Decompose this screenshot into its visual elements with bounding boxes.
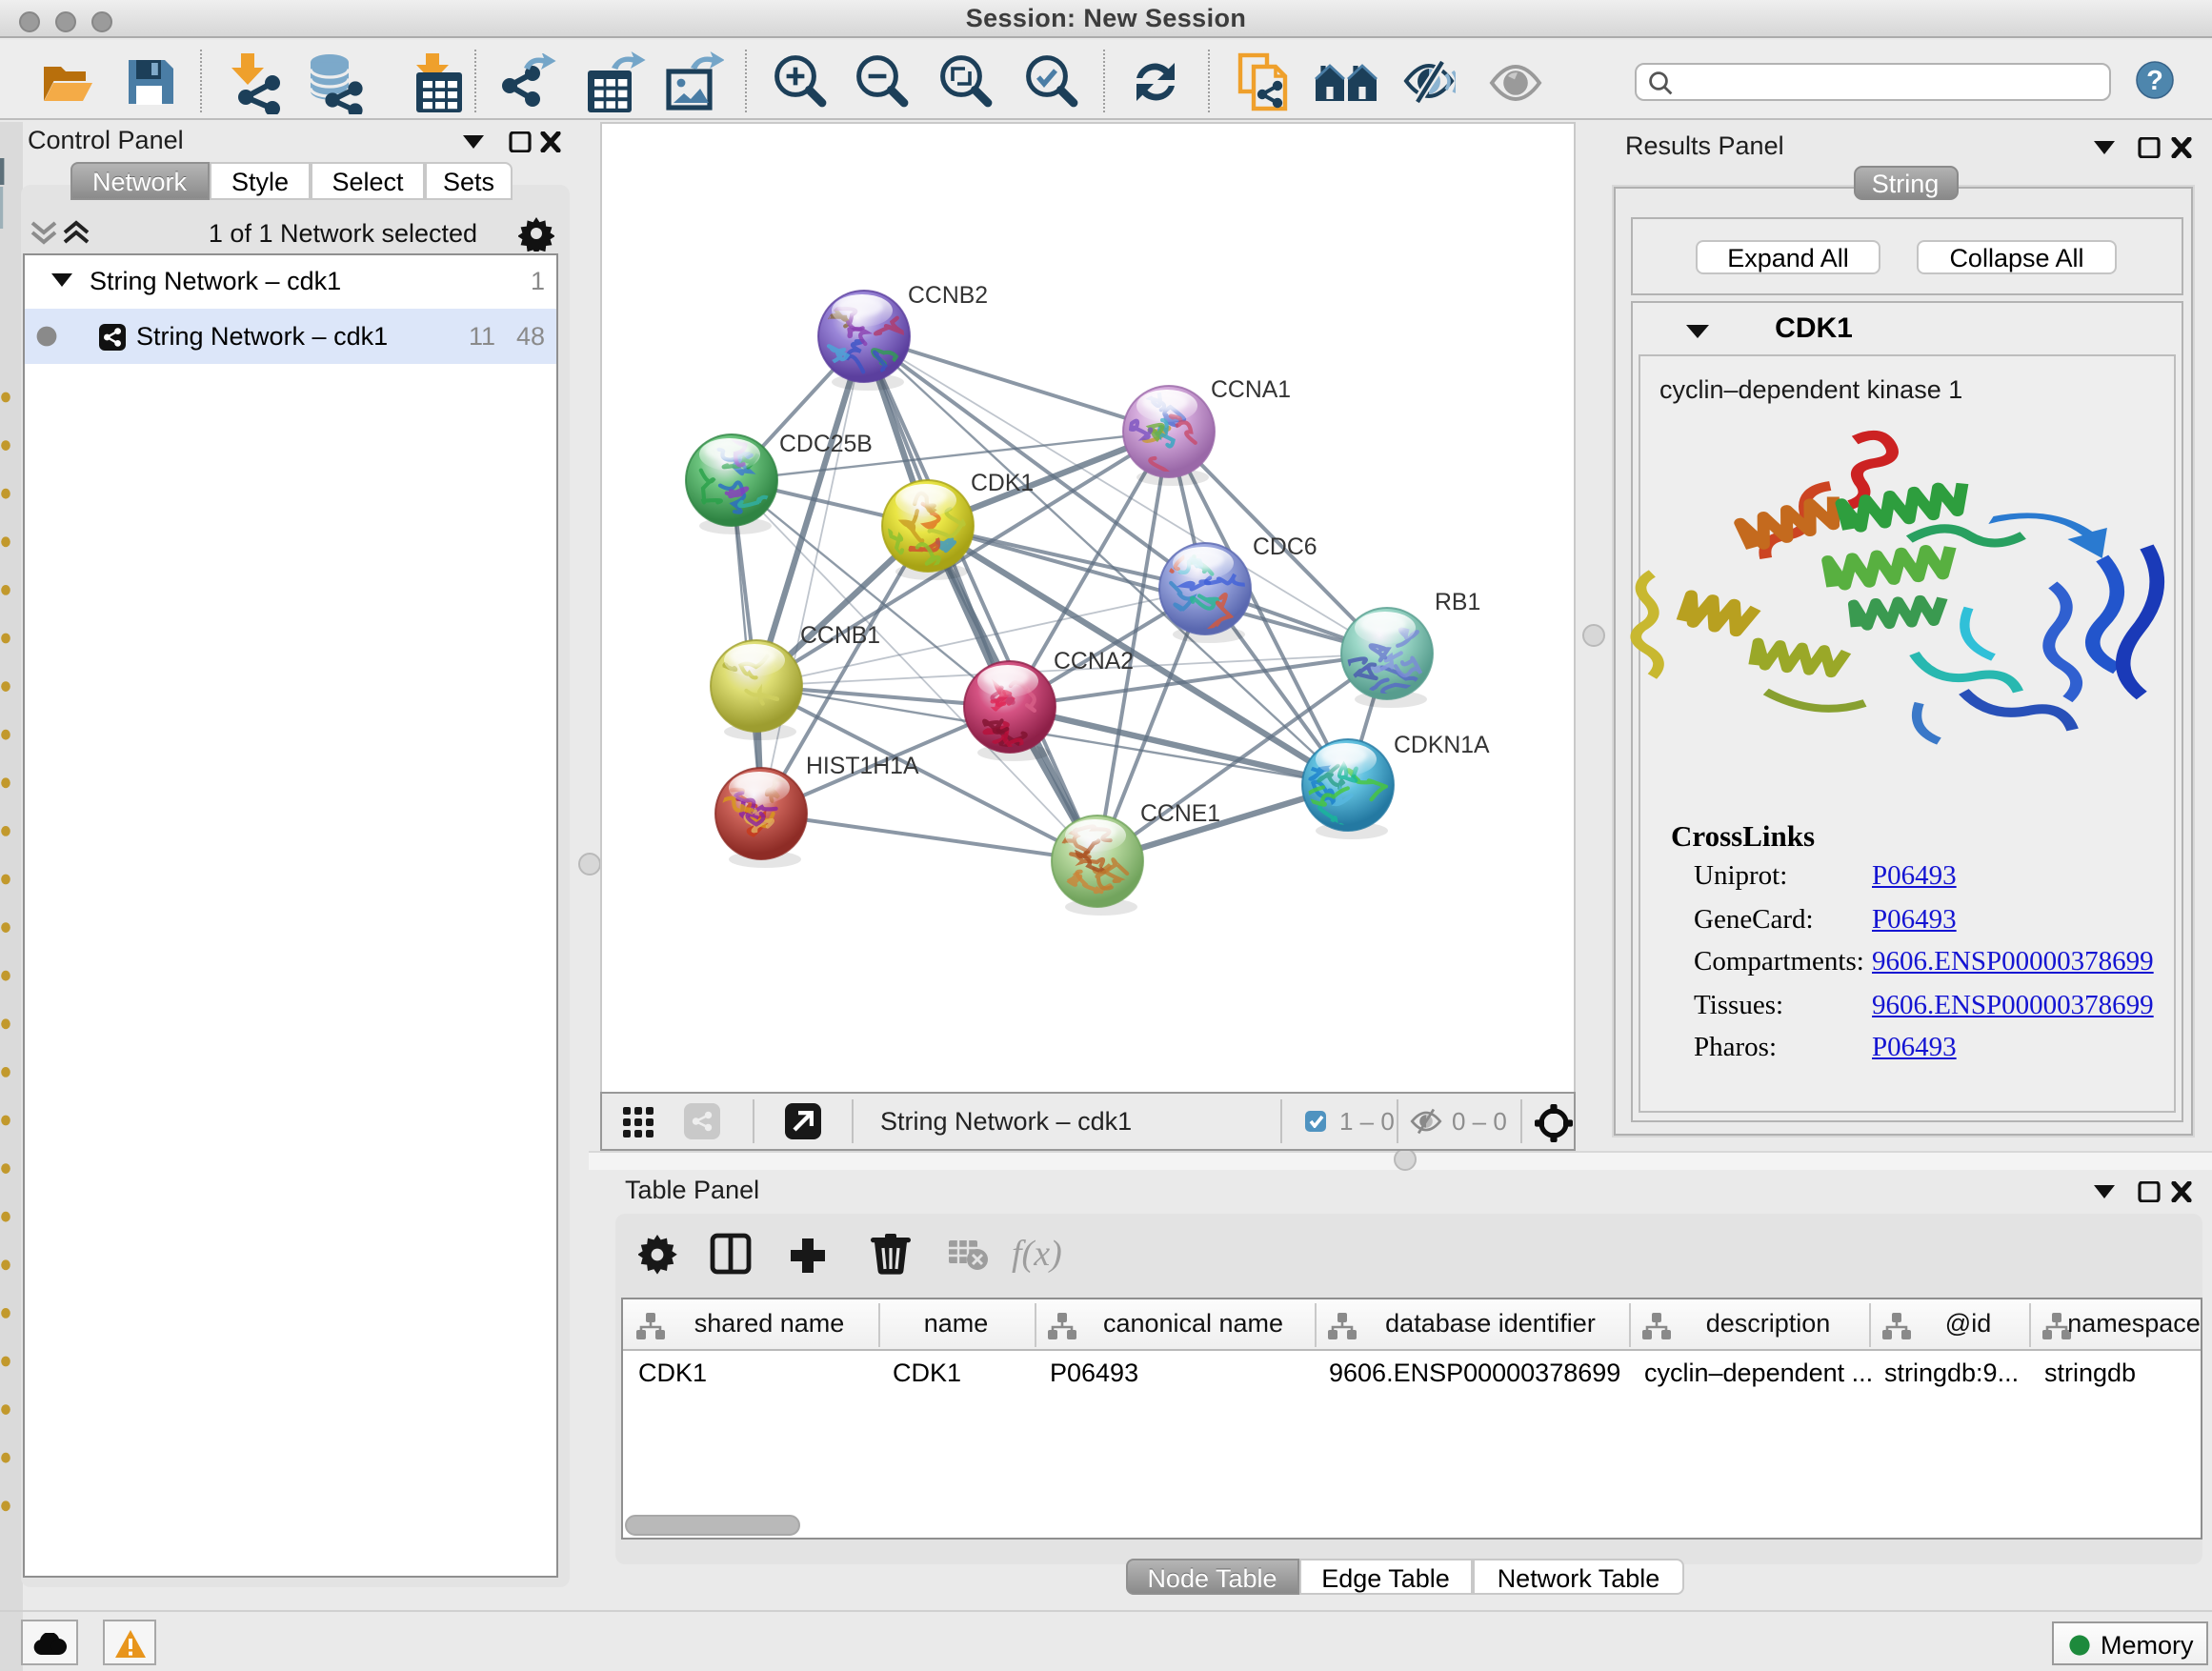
svg-text:HIST1H1A: HIST1H1A: [806, 754, 919, 779]
svg-text:CDC25B: CDC25B: [779, 432, 873, 457]
svg-text:CCNE1: CCNE1: [1140, 801, 1220, 827]
svg-text:CCNB2: CCNB2: [908, 283, 988, 309]
svg-text:f(x): f(x): [1012, 1233, 1062, 1273]
svg-text:CDC6: CDC6: [1253, 534, 1317, 560]
svg-text:CDK1: CDK1: [971, 471, 1034, 496]
svg-text:?: ?: [2146, 65, 2163, 95]
svg-text:CCNB1: CCNB1: [800, 623, 880, 649]
svg-text:CCNA1: CCNA1: [1211, 377, 1291, 403]
svg-text:CDKN1A: CDKN1A: [1394, 733, 1490, 758]
svg-text:RB1: RB1: [1435, 590, 1480, 615]
svg-text:CCNA2: CCNA2: [1054, 649, 1134, 674]
